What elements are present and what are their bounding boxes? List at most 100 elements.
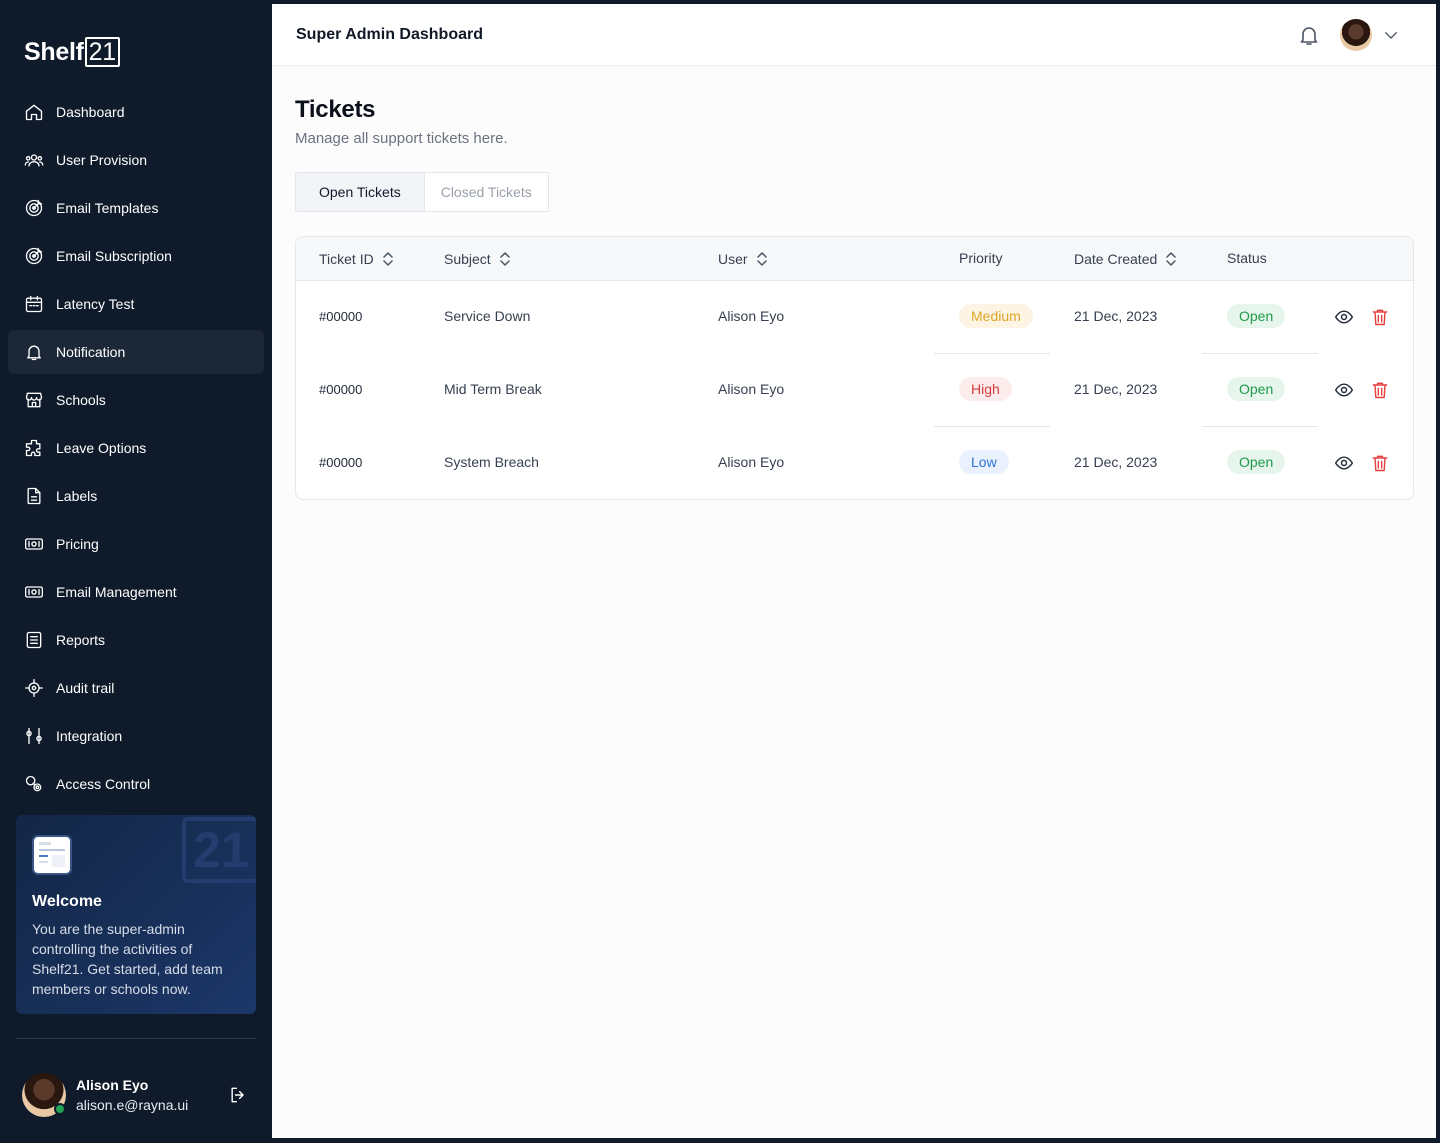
- sort-icon[interactable]: [1164, 250, 1178, 268]
- sidebar-item-label: Email Templates: [56, 200, 159, 216]
- ticket-date: 21 Dec, 2023: [1074, 454, 1158, 470]
- ticket-subject: Mid Term Break: [444, 381, 542, 397]
- sidebar-item-label: Reports: [56, 632, 106, 648]
- sidebar-item-integration[interactable]: Integration: [8, 714, 264, 758]
- tab-open-tickets[interactable]: Open Tickets: [296, 173, 424, 211]
- sort-icon[interactable]: [755, 250, 769, 268]
- home-icon: [24, 102, 44, 122]
- sidebar-item-notification[interactable]: Notification: [8, 330, 264, 374]
- sliders-icon: [24, 726, 44, 746]
- sidebar-item-label: Integration: [56, 728, 123, 744]
- notification-bell-icon[interactable]: [1297, 23, 1321, 47]
- calendar-icon: [24, 294, 44, 314]
- header-title: Super Admin Dashboard: [296, 26, 483, 43]
- brand-logo[interactable]: Shelf 21: [24, 36, 120, 68]
- main-content: Super Admin Dashboard Tickets Manage all…: [272, 4, 1436, 1138]
- column-header-priority: Priority: [959, 250, 1003, 266]
- logout-icon[interactable]: [228, 1085, 248, 1105]
- column-label: Ticket ID: [319, 251, 374, 267]
- users-icon: [24, 150, 44, 170]
- sidebar-item-label: Pricing: [56, 536, 99, 552]
- column-header-user[interactable]: User: [718, 250, 769, 268]
- key-icon: [24, 774, 44, 794]
- sidebar-item-pricing[interactable]: Pricing: [8, 522, 264, 566]
- column-header-date-created[interactable]: Date Created: [1074, 250, 1178, 268]
- list-icon: [24, 630, 44, 650]
- sidebar-item-label: Notification: [56, 344, 126, 360]
- table-row[interactable]: #00000 Service Down Alison Eyo Medium 21…: [296, 281, 1413, 354]
- ticket-id: #00000: [319, 455, 363, 470]
- table-header: Ticket ID Subject User Priority Date Cre…: [296, 237, 1413, 281]
- sidebar-item-reports[interactable]: Reports: [8, 618, 264, 662]
- ticket-user: Alison Eyo: [718, 454, 785, 470]
- sidebar-item-email-management[interactable]: Email Management: [8, 570, 264, 614]
- column-label: Status: [1227, 250, 1267, 266]
- target-icon: [24, 198, 44, 218]
- sidebar-item-label: Email Subscription: [56, 248, 172, 264]
- sidebar-item-user-provision[interactable]: User Provision: [8, 138, 264, 182]
- column-header-subject[interactable]: Subject: [444, 250, 512, 268]
- sort-icon[interactable]: [498, 250, 512, 268]
- trash-icon[interactable]: [1370, 307, 1390, 327]
- document-icon: [24, 486, 44, 506]
- sidebar-item-email-templates[interactable]: Email Templates: [8, 186, 264, 230]
- profile-name: Alison Eyo: [76, 1077, 149, 1093]
- priority-badge: High: [959, 377, 1012, 401]
- bell-icon: [24, 342, 44, 362]
- sidebar-item-label: Schools: [56, 392, 106, 408]
- crosshair-icon: [24, 678, 44, 698]
- target-icon: [24, 246, 44, 266]
- sidebar-item-label: User Provision: [56, 152, 148, 168]
- sidebar-item-leave-options[interactable]: Leave Options: [8, 426, 264, 470]
- top-bar: Super Admin Dashboard: [272, 4, 1436, 66]
- brand-name: Shelf: [24, 37, 84, 66]
- column-label: Priority: [959, 250, 1003, 266]
- trash-icon[interactable]: [1370, 380, 1390, 400]
- sidebar-item-label: Latency Test: [56, 296, 135, 312]
- puzzle-icon: [24, 438, 44, 458]
- sidebar-item-label: Audit trail: [56, 680, 115, 696]
- welcome-card: 21 Welcome You are the super-admin contr…: [16, 815, 256, 1014]
- column-header-ticket-id[interactable]: Ticket ID: [319, 250, 395, 268]
- dashboard-preview-thumbnail: [32, 835, 72, 875]
- sidebar-item-label: Access Control: [56, 776, 151, 792]
- tickets-table: Ticket ID Subject User Priority Date Cre…: [295, 236, 1414, 500]
- tab-closed-tickets[interactable]: Closed Tickets: [423, 173, 548, 211]
- ticket-user: Alison Eyo: [718, 308, 785, 324]
- priority-badge: Low: [959, 450, 1009, 474]
- money-icon: [24, 582, 44, 602]
- sidebar-item-dashboard[interactable]: Dashboard: [8, 90, 264, 134]
- ticket-user: Alison Eyo: [718, 381, 785, 397]
- sidebar-item-latency-test[interactable]: Latency Test: [8, 282, 264, 326]
- column-label: Date Created: [1074, 251, 1158, 267]
- page-subtitle: Manage all support tickets here.: [295, 130, 508, 147]
- sort-icon[interactable]: [381, 250, 395, 268]
- ticket-subject: System Breach: [444, 454, 539, 470]
- table-row[interactable]: #00000 Mid Term Break Alison Eyo High 21…: [296, 354, 1413, 427]
- sidebar-item-audit-trail[interactable]: Audit trail: [8, 666, 264, 710]
- sidebar-item-access-control[interactable]: Access Control: [8, 762, 264, 806]
- eye-icon[interactable]: [1334, 307, 1354, 327]
- ticket-subject: Service Down: [444, 308, 531, 324]
- eye-icon[interactable]: [1334, 380, 1354, 400]
- sidebar-item-label: Dashboard: [56, 104, 125, 120]
- trash-icon[interactable]: [1370, 453, 1390, 473]
- profile-email: alison.e@rayna.ui: [76, 1097, 189, 1113]
- sidebar-nav: Dashboard User Provision Email Templates…: [8, 90, 264, 810]
- brand-box: 21: [84, 37, 120, 67]
- sidebar-item-labels[interactable]: Labels: [8, 474, 264, 518]
- welcome-title: Welcome: [32, 893, 102, 910]
- brand-watermark: 21: [182, 817, 256, 883]
- sidebar-item-email-subscription[interactable]: Email Subscription: [8, 234, 264, 278]
- sidebar-item-schools[interactable]: Schools: [8, 378, 264, 422]
- sidebar: Shelf 21 Dashboard User Provision Email T…: [0, 0, 272, 1143]
- table-row[interactable]: #00000 System Breach Alison Eyo Low 21 D…: [296, 427, 1413, 499]
- chevron-down-icon[interactable]: [1382, 26, 1400, 44]
- ticket-date: 21 Dec, 2023: [1074, 381, 1158, 397]
- header-avatar[interactable]: [1340, 19, 1372, 51]
- status-badge: Open: [1227, 450, 1286, 474]
- user-profile: Alison Eyo alison.e@rayna.ui: [22, 1073, 256, 1117]
- eye-icon[interactable]: [1334, 453, 1354, 473]
- column-label: Subject: [444, 251, 491, 267]
- ticket-id: #00000: [319, 382, 363, 397]
